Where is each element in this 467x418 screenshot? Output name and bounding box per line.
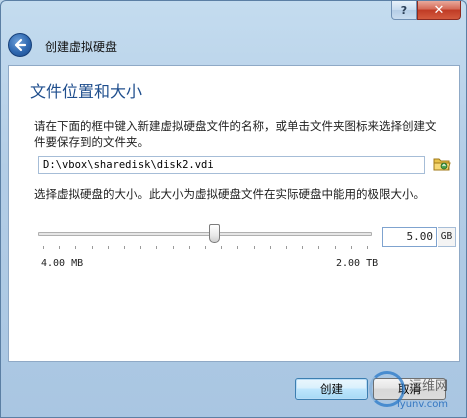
back-arrow-icon <box>14 38 27 52</box>
slider-tick <box>75 246 76 249</box>
size-range-min: 4.00 MB <box>41 258 84 269</box>
folder-icon <box>433 158 451 171</box>
slider-tick <box>335 246 336 249</box>
slider-tick <box>286 246 287 249</box>
content-panel: 文件位置和大小 请在下面的框中键入新建虚拟硬盘文件的名称，或单击文件夹图标来选择… <box>8 65 460 362</box>
size-input[interactable]: 5.00 <box>382 227 437 247</box>
slider-tick <box>140 246 141 249</box>
caption-buttons: ? ✕ <box>391 1 461 20</box>
watermark-text: 运维网 <box>409 379 449 394</box>
slider-tick <box>189 246 190 249</box>
wizard-header: 创建虚拟硬盘 <box>1 26 466 66</box>
watermark-url: iyunv.com <box>397 399 449 410</box>
help-button[interactable]: ? <box>391 1 417 20</box>
location-description: 请在下面的框中键入新建虚拟硬盘文件的名称，或单击文件夹图标来选择创建文件要保存到… <box>34 119 437 149</box>
slider-tick <box>173 246 174 249</box>
choose-folder-button[interactable] <box>432 154 452 174</box>
file-path-input[interactable]: D:\vbox\sharedisk\disk2.vdi <box>38 156 425 174</box>
dialog-window: ? ✕ 创建虚拟硬盘 文件位置和大小 请在下面的框中键入新建虚拟硬盘文件的名称，… <box>0 0 467 418</box>
slider-tick <box>205 246 206 249</box>
slider-tick <box>254 246 255 249</box>
slider-track <box>38 232 372 236</box>
slider-thumb[interactable] <box>209 224 220 243</box>
slider-tick <box>221 246 222 249</box>
slider-tick <box>59 246 60 249</box>
slider-tick <box>124 246 125 249</box>
slider-tick <box>108 246 109 249</box>
slider-tick <box>270 246 271 249</box>
size-slider[interactable] <box>38 224 372 254</box>
slider-tick <box>92 246 93 249</box>
size-description: 选择虚拟硬盘的大小。此大小为虚拟硬盘文件在实际硬盘中能用的极限大小。 <box>34 187 425 201</box>
create-button[interactable]: 创建 <box>295 378 368 400</box>
wizard-title: 创建虚拟硬盘 <box>45 40 118 54</box>
slider-tick <box>43 246 44 249</box>
slider-tick <box>351 246 352 249</box>
slider-tick <box>156 246 157 249</box>
back-button[interactable] <box>8 33 32 57</box>
size-range-max: 2.00 TB <box>336 258 379 269</box>
slider-tick <box>367 246 368 249</box>
watermark-logo: 运维网 iyunv.com <box>365 367 465 417</box>
slider-tick <box>237 246 238 249</box>
slider-tick <box>318 246 319 249</box>
slider-ticks <box>38 246 372 250</box>
slider-tick <box>302 246 303 249</box>
page-title: 文件位置和大小 <box>30 82 143 101</box>
size-unit-label: GB <box>438 227 456 247</box>
close-button[interactable]: ✕ <box>417 1 461 20</box>
